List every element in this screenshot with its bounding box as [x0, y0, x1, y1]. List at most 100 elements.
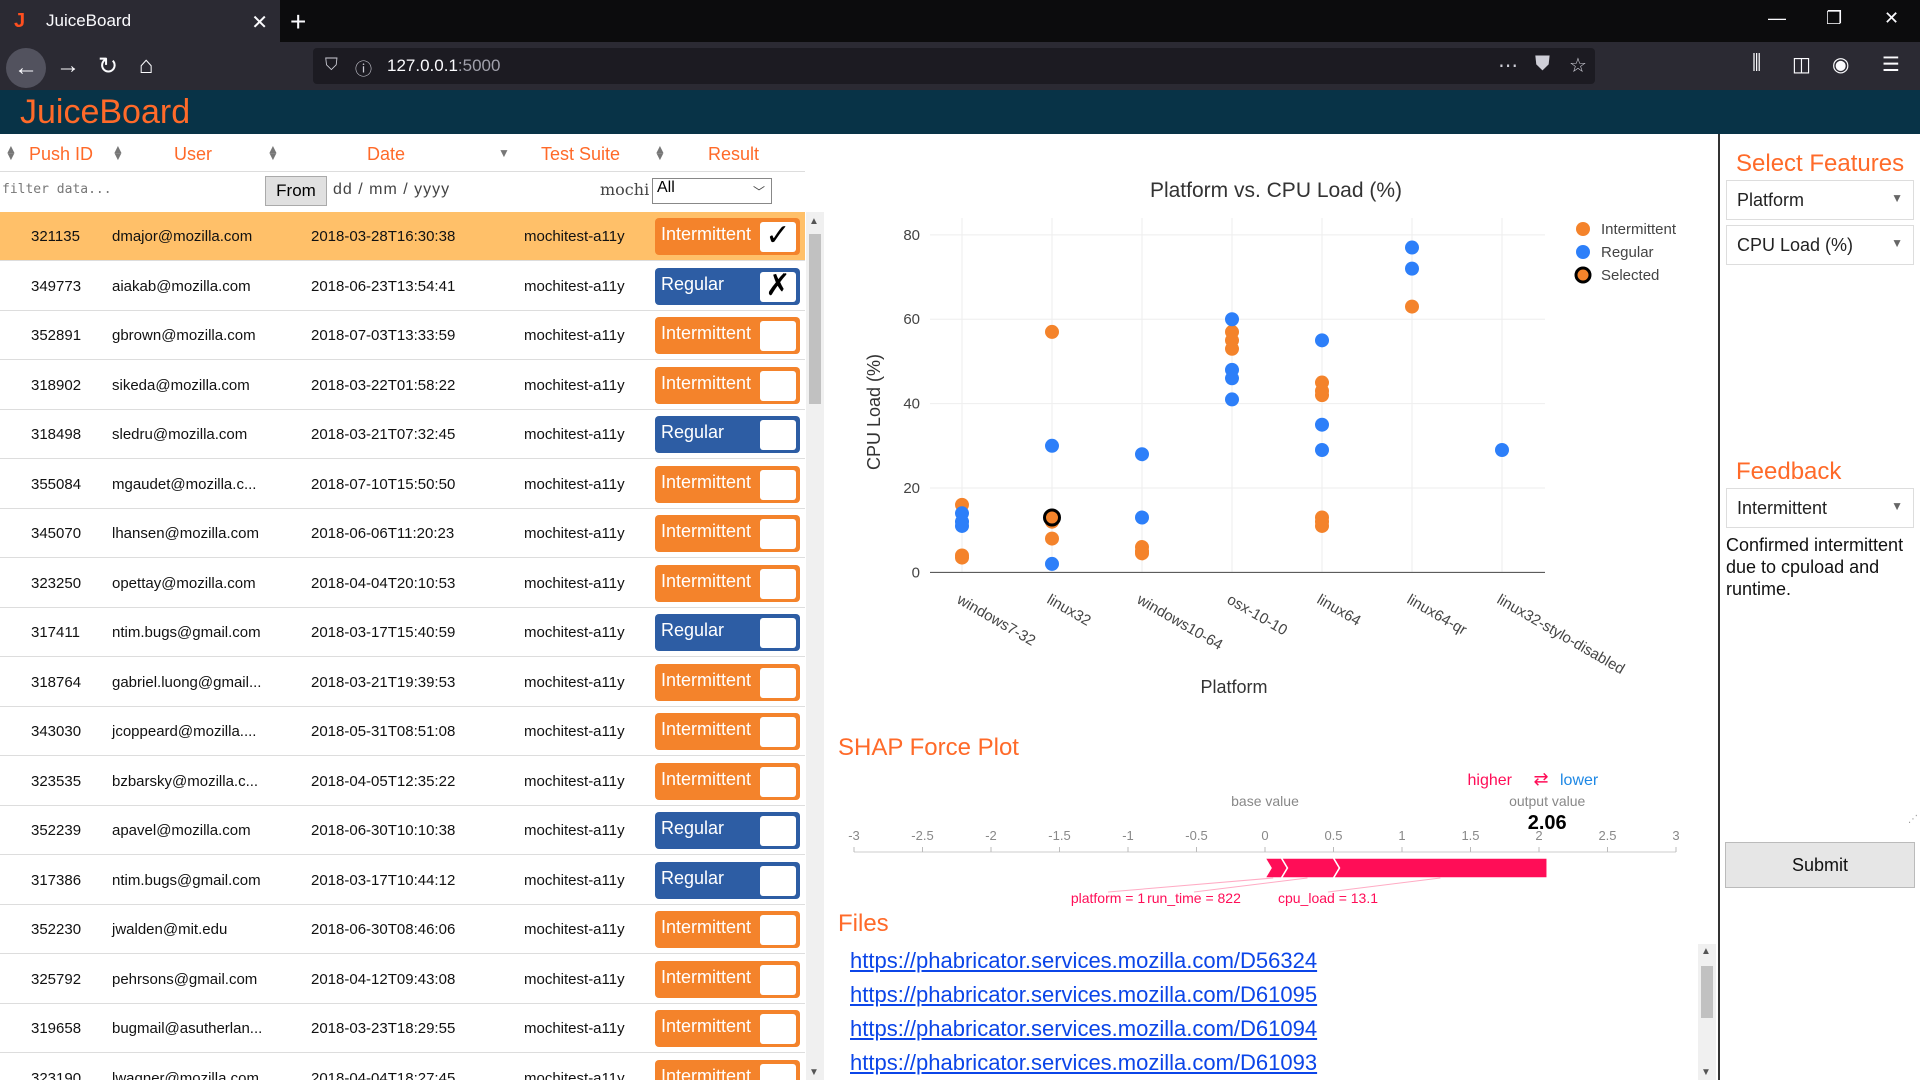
checkbox[interactable]: [760, 964, 796, 995]
reload-icon[interactable]: ↻: [90, 50, 126, 82]
sort-arrows-icon[interactable]: ▲ ▼: [267, 143, 279, 162]
file-link[interactable]: https://phabricator.services.mozilla.com…: [850, 1050, 1317, 1076]
data-point[interactable]: [1405, 299, 1419, 314]
result-button[interactable]: Intermittent: [655, 1059, 800, 1080]
table-row[interactable]: 321135 dmajor@mozilla.com 2018-03-28T16:30…: [0, 212, 805, 261]
sort-arrows-icon[interactable]: ▲ ▼: [654, 143, 666, 162]
data-point[interactable]: [1225, 341, 1239, 356]
more-actions-icon[interactable]: ⋯: [1498, 53, 1518, 78]
sidebar-icon[interactable]: ◫: [1792, 52, 1811, 77]
data-point[interactable]: [1135, 447, 1149, 462]
checkmark-icon[interactable]: ✓: [760, 221, 796, 252]
table-row[interactable]: 317386 ntim.bugs@gmail.com 2018-03-17T10:4…: [0, 856, 805, 905]
result-button[interactable]: Intermittent: [655, 911, 800, 948]
table-row[interactable]: 343030 jcoppeard@mozilla.... 2018-05-31T08…: [0, 707, 805, 756]
selected-point[interactable]: [1043, 508, 1061, 527]
sort-desc-icon[interactable]: ▼: [498, 147, 510, 159]
pocket-icon[interactable]: ⛊: [1535, 53, 1550, 76]
result-button[interactable]: Intermittent: [655, 713, 800, 750]
data-point[interactable]: [1315, 388, 1329, 403]
result-button[interactable]: Regular: [655, 861, 800, 899]
table-row[interactable]: 323250 opettay@mozilla.com 2018-04-04T20:1…: [0, 559, 805, 608]
x-feature-dropdown[interactable]: Platform ▼: [1726, 180, 1914, 220]
info-icon[interactable]: ⓘ: [355, 55, 372, 80]
checkbox[interactable]: [760, 717, 796, 747]
y-feature-dropdown[interactable]: CPU Load (%) ▼: [1726, 225, 1914, 265]
shield-icon[interactable]: ⛉: [325, 55, 338, 75]
header-date[interactable]: Date: [367, 144, 405, 165]
result-button[interactable]: Regular: [655, 416, 800, 453]
result-button[interactable]: Intermittent: [655, 960, 800, 998]
data-point[interactable]: [1225, 371, 1239, 386]
header-push-id[interactable]: Push ID: [29, 144, 93, 165]
checkbox[interactable]: [760, 420, 796, 450]
result-button[interactable]: Intermittent: [655, 465, 800, 503]
result-button[interactable]: Intermittent: [655, 317, 800, 354]
checkbox[interactable]: [760, 816, 796, 846]
result-button[interactable]: Intermittent ✓: [655, 218, 800, 255]
checkbox[interactable]: [760, 1063, 796, 1080]
result-button[interactable]: Regular: [655, 812, 800, 849]
checkbox[interactable]: [760, 915, 796, 945]
scroll-up-icon[interactable]: ▲: [809, 216, 819, 227]
checkbox[interactable]: [760, 321, 796, 351]
checkbox[interactable]: [760, 1014, 796, 1044]
library-icon[interactable]: ⫼: [1752, 52, 1761, 75]
data-point[interactable]: [1045, 556, 1059, 571]
table-row[interactable]: 325792 pehrsons@gmail.com 2018-04-12T09:43…: [0, 955, 805, 1004]
file-link[interactable]: https://phabricator.services.mozilla.com…: [850, 948, 1317, 974]
data-point[interactable]: [1315, 518, 1329, 533]
checkbox[interactable]: [760, 370, 796, 401]
from-button[interactable]: From: [265, 176, 327, 206]
table-row[interactable]: 323535 bzbarsky@mozilla.c... 2018-04-05T12…: [0, 757, 805, 806]
submit-button[interactable]: Submit: [1725, 842, 1915, 888]
scrollbar-thumb[interactable]: [1701, 966, 1713, 1018]
table-row[interactable]: 323190 lwagner@mozilla.com 2018-04-04T18:2…: [0, 1054, 805, 1080]
account-icon[interactable]: ◉: [1832, 52, 1849, 77]
data-point[interactable]: [1405, 261, 1419, 276]
feedback-textarea[interactable]: Confirmed intermittent due to cpuload an…: [1726, 534, 1920, 600]
feedback-dropdown[interactable]: Intermittent ▼: [1726, 488, 1914, 528]
checkbox[interactable]: [760, 618, 796, 648]
checkbox[interactable]: [760, 568, 796, 599]
result-filter-select[interactable]: All ﹀: [652, 178, 772, 204]
table-row[interactable]: 317411 ntim.bugs@gmail.com 2018-03-17T15:4…: [0, 608, 805, 657]
suite-filter-input[interactable]: mochi: [600, 180, 649, 199]
scroll-down-icon[interactable]: ▼: [809, 1067, 819, 1078]
table-row[interactable]: 352230 jwalden@mit.edu 2018-06-30T08:46:06…: [0, 905, 805, 954]
result-button[interactable]: Intermittent: [655, 663, 800, 701]
close-tab-icon[interactable]: ✕: [251, 10, 268, 35]
result-button[interactable]: Intermittent: [655, 515, 800, 552]
bookmark-star-icon[interactable]: ☆: [1569, 53, 1587, 78]
data-point[interactable]: [1045, 531, 1059, 546]
result-button[interactable]: Intermittent: [655, 762, 800, 800]
data-point[interactable]: [1315, 417, 1329, 432]
scroll-up-icon[interactable]: ▲: [1701, 946, 1711, 957]
header-test-suite[interactable]: Test Suite: [541, 144, 620, 165]
table-row[interactable]: 318764 gabriel.luong@gmail... 2018-03-21T1…: [0, 658, 805, 707]
back-arrow-icon[interactable]: ←: [6, 48, 46, 88]
file-link[interactable]: https://phabricator.services.mozilla.com…: [850, 1016, 1317, 1042]
checkbox[interactable]: [760, 667, 796, 698]
result-button[interactable]: Intermittent: [655, 564, 800, 602]
filter-input[interactable]: filter data...: [2, 182, 112, 197]
result-button[interactable]: Intermittent: [655, 366, 800, 404]
home-icon[interactable]: ⌂: [128, 50, 164, 82]
data-point[interactable]: [1135, 510, 1149, 525]
url-text[interactable]: 127.0.0.1:5000: [387, 56, 500, 76]
data-point[interactable]: [1315, 333, 1329, 348]
data-point[interactable]: [955, 550, 969, 565]
data-point[interactable]: [1405, 240, 1419, 255]
data-point[interactable]: [1225, 312, 1239, 327]
checkbox[interactable]: [760, 469, 796, 500]
url-bar[interactable]: ⛉ ⓘ 127.0.0.1:5000 ⋯ ⛊ ☆: [313, 48, 1595, 84]
new-tab-icon[interactable]: +: [290, 6, 306, 38]
sort-arrows-icon[interactable]: ▲ ▼: [5, 143, 17, 162]
checkbox[interactable]: [760, 865, 796, 896]
header-result[interactable]: Result: [708, 144, 759, 165]
table-scrollbar[interactable]: ▲ ▼: [806, 212, 824, 1080]
header-user[interactable]: User: [174, 144, 212, 165]
restore-icon[interactable]: ❐: [1826, 8, 1842, 29]
files-scrollbar[interactable]: ▲ ▼: [1698, 944, 1716, 1080]
file-link[interactable]: https://phabricator.services.mozilla.com…: [850, 982, 1317, 1008]
